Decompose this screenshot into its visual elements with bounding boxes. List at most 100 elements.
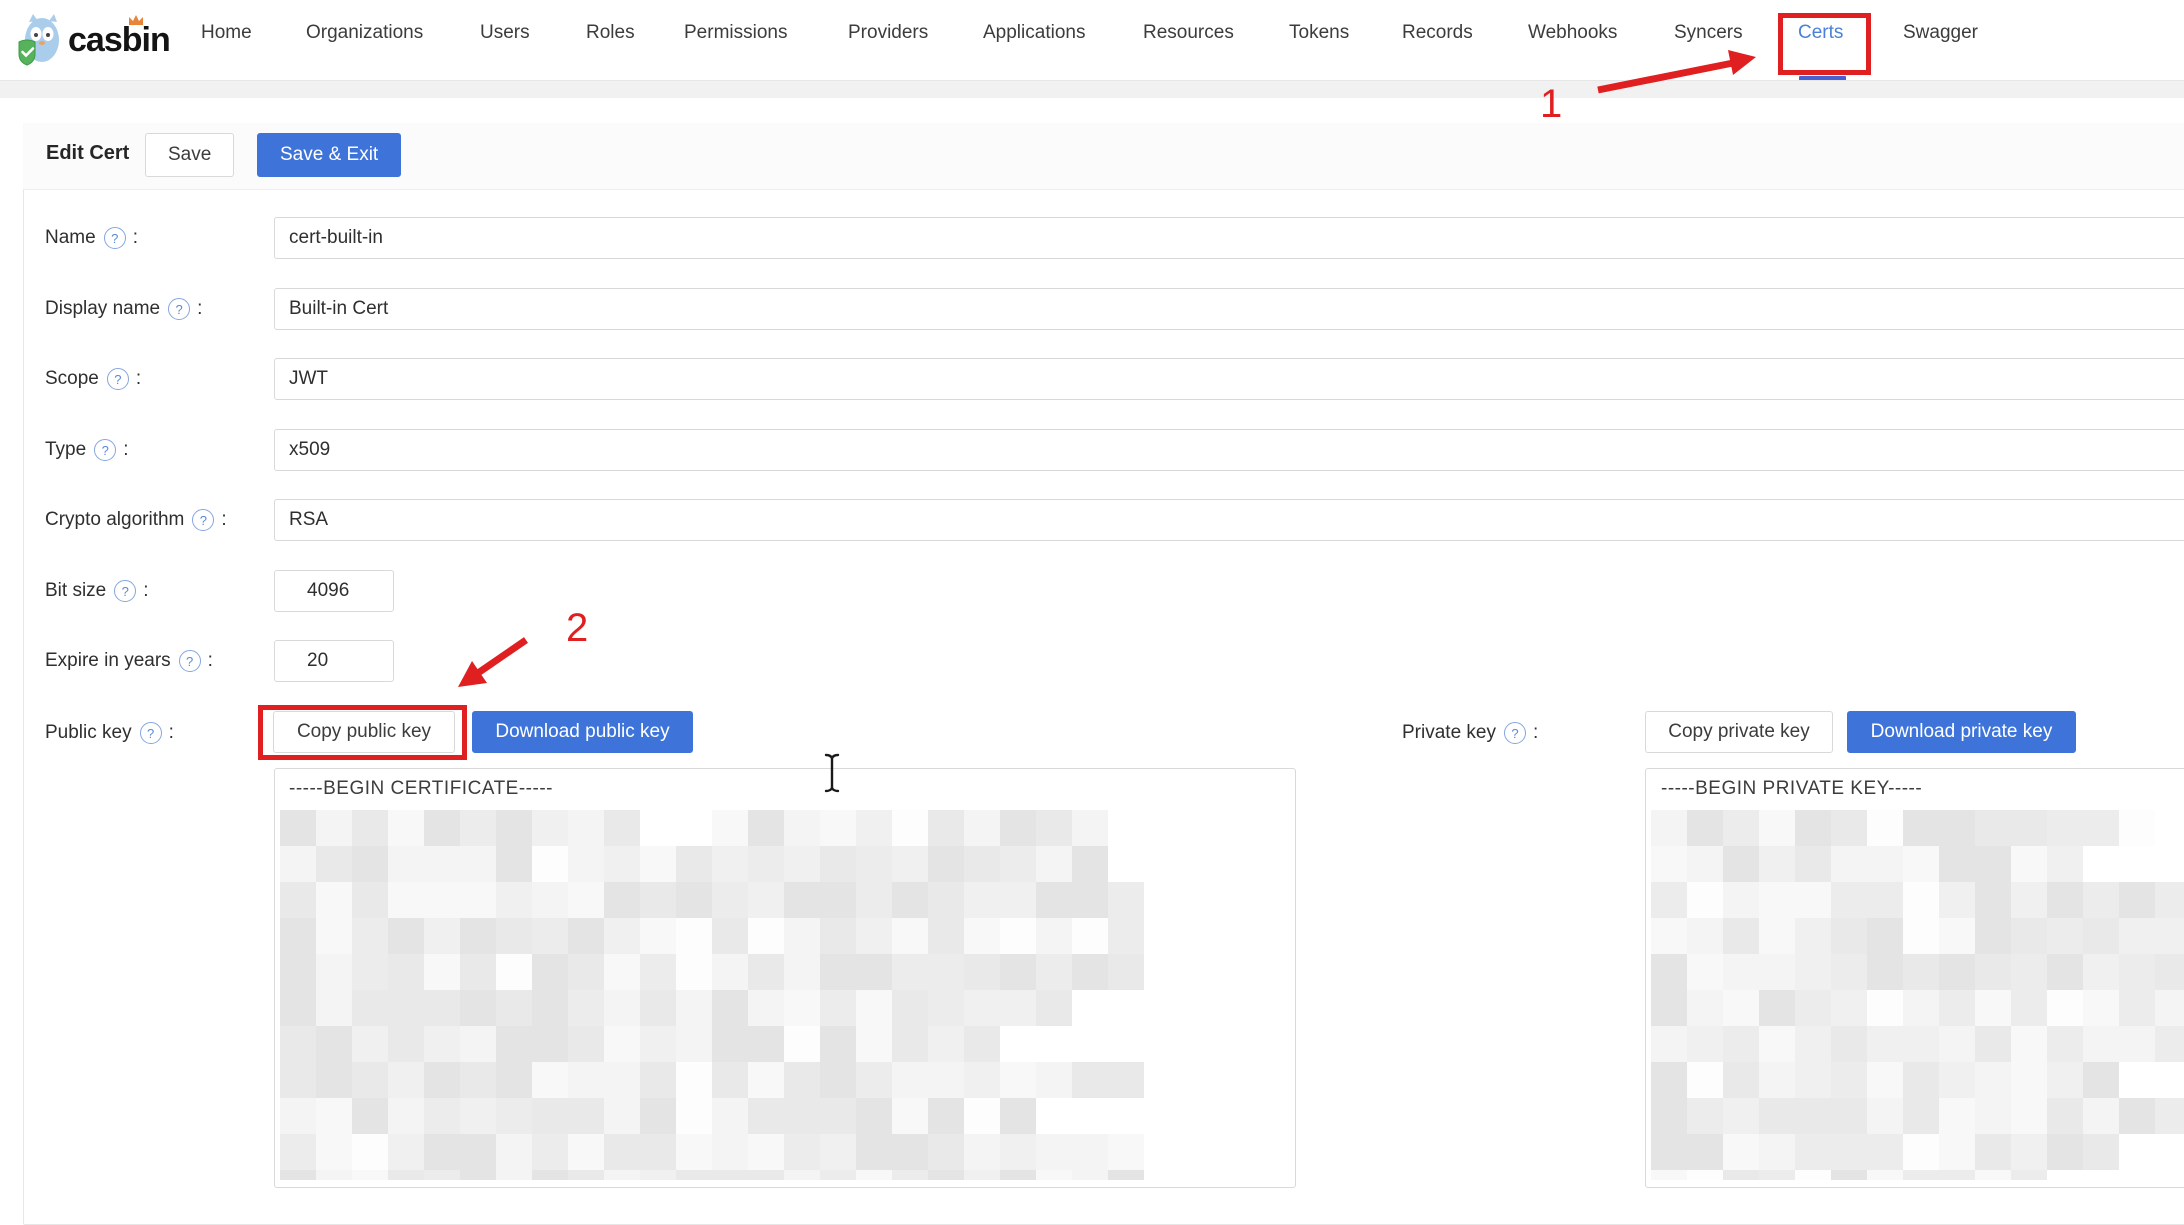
nav-item-organizations[interactable]: Organizations (306, 22, 423, 44)
nav-item-roles[interactable]: Roles (586, 22, 635, 44)
casbin-mascot-icon (16, 12, 62, 68)
mosaic-cell (712, 954, 748, 990)
help-icon[interactable]: ? (178, 650, 201, 672)
mosaic-cell (964, 954, 1000, 990)
scope-input[interactable] (274, 358, 2184, 400)
nav-item-webhooks[interactable]: Webhooks (1528, 22, 1617, 44)
mosaic-cell (892, 882, 928, 918)
mosaic-cell (1795, 810, 1831, 846)
mosaic-cell (496, 1026, 532, 1062)
mosaic-cell (1759, 846, 1795, 882)
public-key-label-text: Public key (45, 722, 132, 743)
help-icon[interactable]: ? (1503, 722, 1526, 744)
nav-item-permissions[interactable]: Permissions (684, 22, 787, 44)
mosaic-cell (568, 918, 604, 954)
mosaic-cell (2047, 1134, 2083, 1170)
mosaic-cell (784, 990, 820, 1026)
copy-public-key-button[interactable]: Copy public key (273, 711, 455, 753)
mosaic-cell (748, 882, 784, 918)
mosaic-cell (1975, 954, 2011, 990)
mosaic-cell (460, 1026, 496, 1062)
mosaic-cell (1072, 810, 1108, 846)
mosaic-cell (1975, 1062, 2011, 1098)
display-name-label-text: Display name (45, 298, 161, 319)
nav-item-tokens[interactable]: Tokens (1289, 22, 1349, 44)
mosaic-cell (2047, 810, 2083, 846)
mosaic-cell (1939, 1098, 1975, 1134)
help-icon[interactable]: ? (94, 439, 117, 461)
nav-item-providers[interactable]: Providers (848, 22, 928, 44)
help-icon[interactable]: ? (192, 509, 215, 531)
mosaic-cell (388, 1098, 424, 1134)
nav-item-certs[interactable]: Certs (1798, 22, 1843, 44)
casbin-logo[interactable]: casbin (16, 12, 171, 68)
name-label: Name ?: (45, 217, 138, 259)
mosaic-cell (856, 954, 892, 990)
nav-item-home[interactable]: Home (201, 22, 252, 44)
help-icon[interactable]: ? (139, 722, 162, 744)
mosaic-cell (964, 882, 1000, 918)
copy-private-key-button[interactable]: Copy private key (1645, 711, 1833, 753)
mosaic-cell (388, 1026, 424, 1062)
type-input[interactable] (274, 429, 2184, 471)
mosaic-cell (2119, 954, 2155, 990)
mosaic-cell (784, 1098, 820, 1134)
mosaic-cell (892, 1098, 928, 1134)
mosaic-cell (1939, 1170, 1975, 1180)
mosaic-cell (1036, 1062, 1072, 1098)
save-button[interactable]: Save (145, 133, 235, 177)
help-icon[interactable]: ? (106, 368, 129, 390)
nav-item-resources[interactable]: Resources (1143, 22, 1234, 44)
mosaic-cell (748, 1062, 784, 1098)
mosaic-cell (1651, 1026, 1687, 1062)
nav-item-swagger[interactable]: Swagger (1903, 22, 1978, 44)
mosaic-cell (892, 810, 928, 846)
mosaic-cell (676, 846, 712, 882)
help-icon[interactable]: ? (168, 298, 191, 320)
nav-item-syncers[interactable]: Syncers (1674, 22, 1743, 44)
mosaic-cell (604, 1134, 640, 1170)
nav-item-users[interactable]: Users (480, 22, 530, 44)
mosaic-cell (712, 1098, 748, 1134)
mosaic-cell (1867, 810, 1903, 846)
mosaic-cell (1939, 882, 1975, 918)
nav-item-applications[interactable]: Applications (983, 22, 1085, 44)
expire-years-label: Expire in years ?: (45, 640, 213, 682)
download-private-key-button[interactable]: Download private key (1847, 711, 2076, 753)
help-icon[interactable]: ? (103, 227, 126, 249)
nav-item-records[interactable]: Records (1402, 22, 1473, 44)
display-name-input[interactable] (274, 288, 2184, 330)
mosaic-cell (1723, 1170, 1759, 1180)
save-exit-button[interactable]: Save & Exit (257, 133, 402, 177)
mosaic-cell (1723, 1062, 1759, 1098)
mosaic-cell (928, 1062, 964, 1098)
mosaic-cell (1795, 846, 1831, 882)
mosaic-cell (892, 846, 928, 882)
mosaic-cell (1831, 882, 1867, 918)
mosaic-cell (1795, 954, 1831, 990)
mosaic-cell (496, 882, 532, 918)
mosaic-cell (1795, 990, 1831, 1026)
mosaic-cell (568, 846, 604, 882)
label-colon: : (1532, 722, 1539, 743)
mosaic-cell (496, 1098, 532, 1134)
mosaic-cell (1651, 1134, 1687, 1170)
name-input[interactable] (274, 217, 2184, 259)
mosaic-cell (1108, 918, 1144, 954)
mosaic-cell (2083, 1026, 2119, 1062)
mosaic-cell (1759, 918, 1795, 954)
crypto-algorithm-input[interactable] (274, 499, 2184, 541)
type-label: Type ?: (45, 429, 128, 471)
mosaic-cell (892, 1026, 928, 1062)
mosaic-cell (1000, 918, 1036, 954)
bit-size-input[interactable] (274, 570, 394, 612)
download-public-key-button[interactable]: Download public key (472, 711, 693, 753)
mosaic-cell (568, 1170, 604, 1180)
mosaic-cell (1867, 882, 1903, 918)
help-icon[interactable]: ? (114, 580, 137, 602)
mosaic-cell (1651, 990, 1687, 1026)
mosaic-cell (1723, 810, 1759, 846)
expire-years-input[interactable] (274, 640, 394, 682)
name-label-text: Name (45, 227, 96, 248)
mosaic-cell (352, 1170, 388, 1180)
